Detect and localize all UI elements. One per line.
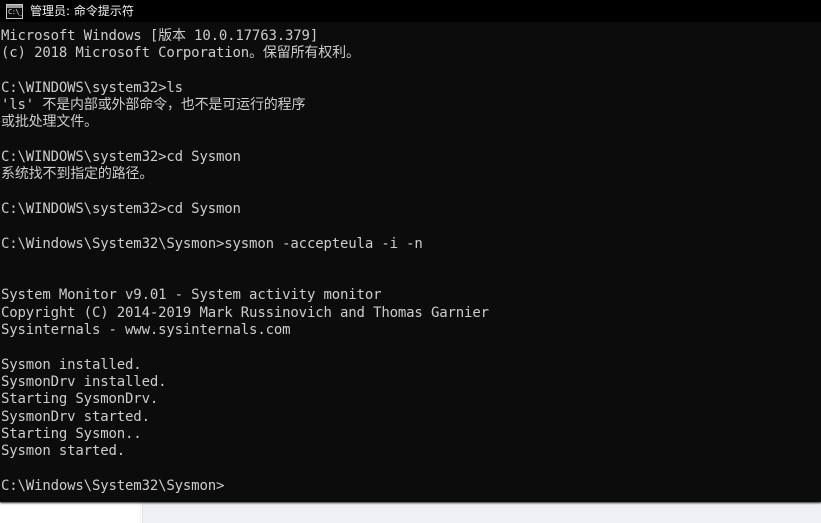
console-line: C:\WINDOWS\system32>cd Sysmon <box>1 200 241 217</box>
console-line: (c) 2018 Microsoft Corporation。保留所有权利。 <box>1 45 360 62</box>
console-line: Sysinternals - www.sysinternals.com <box>1 322 291 339</box>
console-line: C:\WINDOWS\system32>ls <box>1 79 183 96</box>
console-line: System Monitor v9.01 - System activity m… <box>1 287 382 304</box>
console-line: 系统找不到指定的路径。 <box>1 166 154 183</box>
console-line: Starting Sysmon.. <box>1 425 142 442</box>
cmd-icon-prompt-glyph: C:\_ <box>8 7 23 16</box>
console-line: Microsoft Windows [版本 10.0.17763.379] <box>1 28 319 44</box>
console-line: C:\Windows\System32\Sysmon>sysmon -accep… <box>1 235 423 252</box>
console-line: Sysmon installed. <box>1 356 142 373</box>
console-line: Sysmon started. <box>1 443 126 460</box>
console-line: Copyright (C) 2014-2019 Mark Russinovich… <box>1 304 489 321</box>
command-prompt-window[interactable]: C:\_ 管理员: 命令提示符 Microsoft Windows [版本 10… <box>0 0 821 502</box>
console-line: C:\WINDOWS\system32>cd Sysmon <box>1 149 241 166</box>
console-text-buffer: Microsoft Windows [版本 10.0.17763.379] (c)… <box>1 28 821 495</box>
console-line: C:\Windows\System32\Sysmon> <box>1 477 225 494</box>
console-output-area[interactable]: Microsoft Windows [版本 10.0.17763.379] (c)… <box>0 22 821 502</box>
console-line: 'ls' 不是内部或外部命令，也不是可运行的程序 <box>1 97 306 114</box>
cmd-console-icon: C:\_ <box>6 3 23 19</box>
window-title-text: 管理员: 命令提示符 <box>30 4 134 18</box>
window-title-bar[interactable]: C:\_ 管理员: 命令提示符 <box>0 0 821 22</box>
console-line: SysmonDrv installed. <box>1 373 167 390</box>
console-line: Starting SysmonDrv. <box>1 391 159 408</box>
console-line: 或批处理文件。 <box>1 114 98 131</box>
console-line: SysmonDrv started. <box>1 408 150 425</box>
